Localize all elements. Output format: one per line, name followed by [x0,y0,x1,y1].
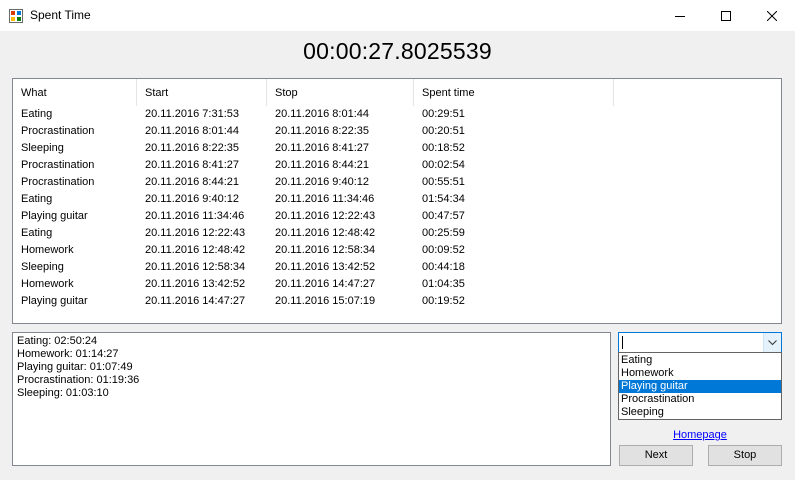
summary-line: Homework: 01:14:27 [17,348,119,360]
dropdown-option-sleeping[interactable]: Sleeping [619,406,781,419]
cell-stop: 20.11.2016 8:01:44 [275,108,369,120]
maximize-icon [721,10,731,21]
cell-what: Homework [21,278,74,290]
cell-what: Sleeping [21,261,64,273]
cell-what: Procrastination [21,125,95,137]
summary-line: Playing guitar: 01:07:49 [17,361,133,373]
cell-start: 20.11.2016 13:42:52 [145,278,246,290]
cell-what: Procrastination [21,176,95,188]
cell-stop: 20.11.2016 12:22:43 [275,210,376,222]
dropdown-button[interactable] [763,333,781,352]
cell-stop: 20.11.2016 14:47:27 [275,278,376,290]
activity-dropdown-list[interactable]: Eating Homework Playing guitar Procrasti… [618,352,782,420]
cell-start: 20.11.2016 8:41:27 [145,159,239,171]
cell-start: 20.11.2016 12:58:34 [145,261,246,273]
cell-what: Eating [21,227,53,239]
homepage-link[interactable]: Homepage [618,429,782,441]
minimize-icon [675,15,685,17]
cell-spent-time: 00:19:52 [422,295,465,307]
cell-what: Sleeping [21,142,64,154]
cell-start: 20.11.2016 12:48:42 [145,244,246,256]
table-row[interactable]: Procrastination 20.11.2016 8:41:27 20.11.2… [13,157,781,174]
cell-stop: 20.11.2016 12:48:42 [275,227,376,239]
summary-line: Eating: 02:50:24 [17,335,98,347]
cell-stop: 20.11.2016 12:58:34 [275,244,376,256]
table-row[interactable]: Sleeping 20.11.2016 12:58:34 20.11.2016 13… [13,259,781,276]
elapsed-timer: 00:00:27.8025539 [303,38,492,64]
cell-what: Eating [21,193,53,205]
maximize-button[interactable] [703,0,749,31]
cell-spent-time: 00:47:57 [422,210,465,222]
cell-start: 20.11.2016 9:40:12 [145,193,239,205]
dropdown-option-homework[interactable]: Homework [619,367,781,380]
cell-start: 20.11.2016 8:44:21 [145,176,239,188]
cell-spent-time: 00:20:51 [422,125,465,137]
table-row[interactable]: Eating 20.11.2016 9:40:12 20.11.2016 11:34… [13,191,781,208]
cell-spent-time: 00:09:52 [422,244,465,256]
table-row[interactable]: Playing guitar 20.11.2016 11:34:46 20.11.2… [13,208,781,225]
table-row[interactable]: Playing guitar 20.11.2016 14:47:27 20.11.2… [13,293,781,310]
window-title: Spent Time [30,8,91,22]
column-header-stop[interactable]: Stop [267,79,414,106]
stop-button[interactable]: Stop [708,445,782,466]
table-row[interactable]: Homework 20.11.2016 12:48:42 20.11.2016 12… [13,242,781,259]
cell-spent-time: 00:55:51 [422,176,465,188]
column-header-spent-time[interactable]: Spent time [414,79,614,106]
cell-what: Procrastination [21,159,95,171]
app-icon [9,9,23,23]
cell-start: 20.11.2016 14:47:27 [145,295,246,307]
column-header-start[interactable]: Start [137,79,267,106]
cell-stop: 20.11.2016 13:42:52 [275,261,376,273]
cell-spent-time: 01:04:35 [422,278,465,290]
table-row[interactable]: Eating 20.11.2016 7:31:53 20.11.2016 8:01:… [13,106,781,123]
cell-stop: 20.11.2016 8:22:35 [275,125,369,137]
table-row[interactable]: Procrastination 20.11.2016 8:44:21 20.11.2… [13,174,781,191]
minimize-button[interactable] [657,0,703,31]
chevron-down-icon [768,339,777,345]
cell-spent-time: 00:18:52 [422,142,465,154]
summary-line: Sleeping: 01:03:10 [17,387,109,399]
title-bar: Spent Time [0,0,795,31]
dropdown-option-eating[interactable]: Eating [619,354,781,367]
column-header-what[interactable]: What [13,79,137,106]
cell-spent-time: 00:44:18 [422,261,465,273]
cell-spent-time: 00:02:54 [422,159,465,171]
cell-stop: 20.11.2016 11:34:46 [275,193,375,205]
table-row[interactable]: Sleeping 20.11.2016 8:22:35 20.11.2016 8:4… [13,140,781,157]
close-button[interactable] [749,0,795,31]
next-button[interactable]: Next [619,445,693,466]
cell-what: Playing guitar [21,295,88,307]
cell-stop: 20.11.2016 8:41:27 [275,142,369,154]
cell-start: 20.11.2016 11:34:46 [145,210,245,222]
dropdown-option-playing-guitar[interactable]: Playing guitar [619,380,781,393]
close-icon [767,10,777,21]
cell-stop: 20.11.2016 15:07:19 [275,295,376,307]
cell-spent-time: 01:54:34 [422,193,465,205]
cell-spent-time: 00:25:59 [422,227,465,239]
cell-what: Homework [21,244,74,256]
time-entries-list[interactable]: What Start Stop Spent time Eating 20.11.2… [12,78,782,324]
cell-start: 20.11.2016 7:31:53 [145,108,239,120]
cell-start: 20.11.2016 8:01:44 [145,125,239,137]
cell-what: Eating [21,108,53,120]
summary-textbox[interactable]: Eating: 02:50:24 Homework: 01:14:27 Play… [12,332,611,466]
activity-combobox[interactable] [618,332,782,353]
dropdown-option-procrastination[interactable]: Procrastination [619,393,781,406]
summary-line: Procrastination: 01:19:36 [17,374,140,386]
cell-stop: 20.11.2016 9:40:12 [275,176,369,188]
cell-spent-time: 00:29:51 [422,108,465,120]
cell-stop: 20.11.2016 8:44:21 [275,159,369,171]
cell-what: Playing guitar [21,210,88,222]
table-row[interactable]: Homework 20.11.2016 13:42:52 20.11.2016 14… [13,276,781,293]
cell-start: 20.11.2016 12:22:43 [145,227,246,239]
table-row[interactable]: Procrastination 20.11.2016 8:01:44 20.11.2… [13,123,781,140]
list-header: What Start Stop Spent time [13,79,781,106]
cell-start: 20.11.2016 8:22:35 [145,142,239,154]
table-row[interactable]: Eating 20.11.2016 12:22:43 20.11.2016 12:4… [13,225,781,242]
text-caret [622,336,623,349]
